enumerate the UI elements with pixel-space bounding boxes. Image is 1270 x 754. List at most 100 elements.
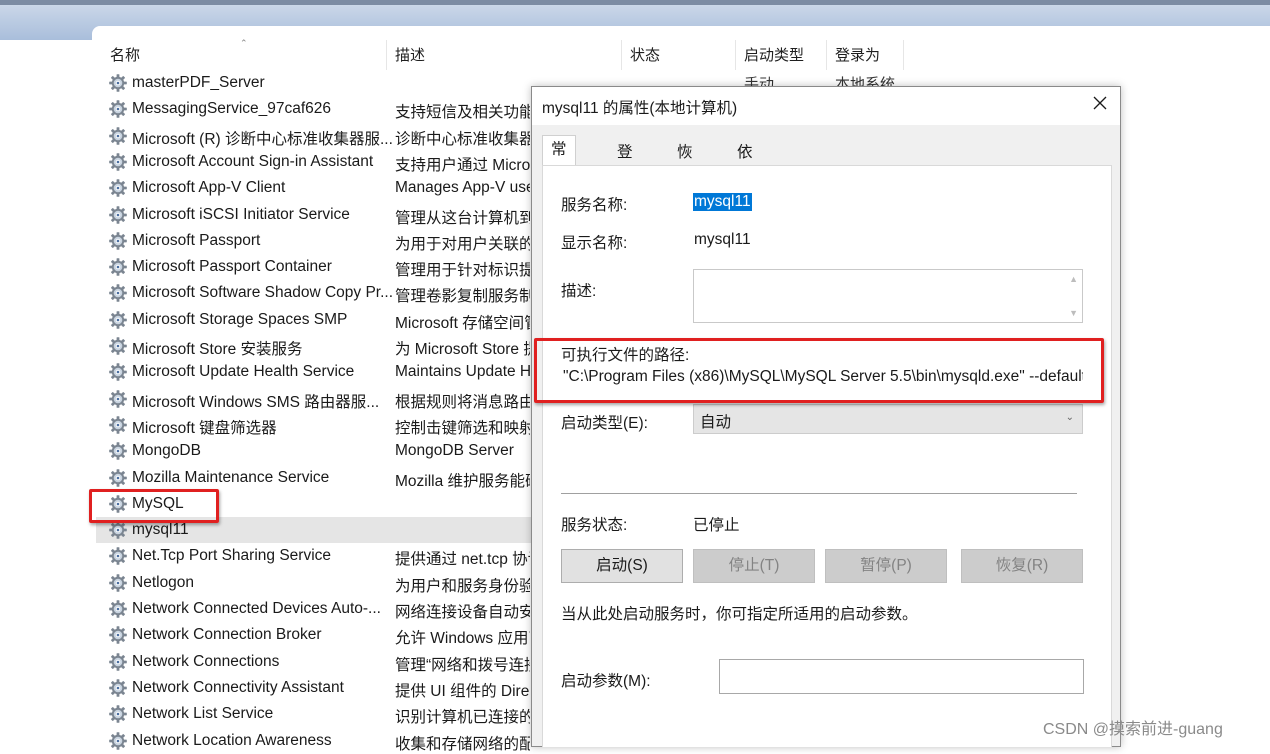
gear-icon	[109, 390, 127, 408]
dialog-title: mysql11 的属性(本地计算机)	[542, 100, 738, 117]
tab-general[interactable]: 常规	[542, 135, 576, 186]
gear-icon	[109, 127, 127, 145]
service-name: Microsoft Update Health Service	[132, 363, 355, 380]
service-row[interactable]: Network Location Awareness 收集和存储网络的配	[105, 728, 535, 754]
service-description: 收集和存储网络的配	[395, 736, 530, 753]
service-row[interactable]: Network List Service 识别计算机已连接的	[105, 701, 535, 727]
service-description: 管理卷影复制服务制	[395, 288, 530, 305]
service-row[interactable]: Microsoft Store 安装服务 为 Microsoft Store 提	[105, 333, 535, 359]
gear-icon	[109, 626, 127, 644]
service-description: 允许 Windows 应用商	[395, 630, 530, 647]
service-status-value: 已停止	[693, 517, 740, 534]
gear-icon	[109, 442, 127, 460]
service-row[interactable]: Microsoft App-V Client Manages App-V use	[105, 175, 535, 201]
service-row[interactable]: Microsoft 键盘筛选器 控制击键筛选和映射	[105, 412, 535, 438]
service-row[interactable]: Microsoft Storage Spaces SMP Microsoft 存…	[105, 307, 535, 333]
close-icon[interactable]	[1092, 95, 1108, 111]
startup-type-value: 自动	[700, 414, 732, 431]
service-row[interactable]: Microsoft Update Health Service Maintain…	[105, 359, 535, 385]
service-name: Network Connectivity Assistant	[132, 679, 344, 696]
start-button[interactable]: 启动(S)	[561, 549, 683, 583]
column-header-name[interactable]: 名称	[110, 44, 140, 68]
sort-ascending-icon: ⌃	[240, 38, 248, 48]
cell-startup-type: 手动	[744, 76, 775, 87]
pause-button[interactable]: 暂停(P)	[825, 549, 947, 583]
service-description: 提供通过 net.tcp 协议	[395, 551, 530, 568]
description-textbox[interactable]: ▲ ▼	[693, 269, 1083, 323]
display-name-label: 显示名称:	[561, 235, 628, 252]
startup-params-hint: 当从此处启动服务时，你可指定所适用的启动参数。	[561, 606, 918, 623]
service-row[interactable]: Network Connected Devices Auto-... 网络连接设…	[105, 596, 535, 622]
tab-logon[interactable]: 登录	[608, 139, 642, 187]
gear-icon	[109, 153, 127, 171]
resume-button[interactable]: 恢复(R)	[961, 549, 1083, 583]
service-row[interactable]: Microsoft iSCSI Initiator Service 管理从这台计…	[105, 202, 535, 228]
gear-icon	[109, 100, 127, 118]
service-row[interactable]: Microsoft Passport Container 管理用于针对标识提	[105, 254, 535, 280]
tab-dependencies[interactable]: 依存关系	[728, 139, 762, 239]
column-separator[interactable]	[386, 40, 387, 70]
column-header-status[interactable]: 状态	[630, 44, 660, 68]
dialog-titlebar[interactable]: mysql11 的属性(本地计算机)	[532, 87, 1120, 125]
cell-logon-as: 本地系统	[835, 76, 896, 87]
service-description: Mozilla 维护服务能确	[395, 473, 530, 490]
service-row[interactable]: Microsoft (R) 诊断中心标准收集器服... 诊断中心标准收集器	[105, 123, 535, 149]
service-row[interactable]: Microsoft Account Sign-in Assistant 支持用户…	[105, 149, 535, 175]
service-name: Network Location Awareness	[132, 732, 332, 749]
service-name: Microsoft Passport Container	[132, 258, 332, 275]
service-row[interactable]: Netlogon 为用户和服务身份验	[105, 570, 535, 596]
column-header-description[interactable]: 描述	[395, 44, 425, 68]
column-separator[interactable]	[621, 40, 622, 70]
service-description: Manages App-V use	[395, 179, 530, 196]
column-separator[interactable]	[903, 40, 904, 70]
startup-params-input[interactable]	[719, 659, 1084, 694]
service-name: mysql11	[132, 521, 189, 538]
service-row[interactable]: MessagingService_97caf626 支持短信及相关功能	[105, 96, 535, 122]
service-row[interactable]: Microsoft Passport 为用于对用户关联的	[105, 228, 535, 254]
startup-type-select[interactable]: 自动 ⌄	[693, 404, 1083, 434]
column-header-startup-type[interactable]: 启动类型	[744, 44, 804, 68]
service-row[interactable]: MongoDB MongoDB Server	[105, 438, 535, 464]
service-name: Mozilla Maintenance Service	[132, 469, 330, 486]
column-separator[interactable]	[735, 40, 736, 70]
gear-icon	[109, 416, 127, 434]
service-description: Maintains Update H	[395, 363, 530, 380]
service-name: Netlogon	[132, 574, 195, 591]
column-header-logon-as[interactable]: 登录为	[835, 44, 880, 68]
service-name: MongoDB	[132, 442, 201, 459]
service-description: 管理“网络和拨号连接	[395, 657, 530, 674]
stop-button[interactable]: 停止(T)	[693, 549, 815, 583]
service-row[interactable]: Net.Tcp Port Sharing Service 提供通过 net.tc…	[105, 543, 535, 569]
properties-dialog: mysql11 的属性(本地计算机) 常规 登录 恢复 依存关系 服务名称: m…	[531, 86, 1121, 747]
startup-type-label: 启动类型(E):	[561, 415, 648, 432]
tab-recovery[interactable]: 恢复	[668, 139, 702, 187]
service-description: 控制击键筛选和映射	[395, 420, 530, 437]
service-name-value[interactable]: mysql11	[693, 193, 752, 211]
service-name: Microsoft Storage Spaces SMP	[132, 311, 348, 328]
service-name: Microsoft (R) 诊断中心标准收集器服...	[132, 131, 393, 148]
gear-icon	[109, 258, 127, 276]
gear-icon	[109, 74, 127, 92]
service-row[interactable]: Mozilla Maintenance Service Mozilla 维护服务…	[105, 465, 535, 491]
service-row[interactable]: Network Connection Broker 允许 Windows 应用商	[105, 622, 535, 648]
service-row[interactable]: masterPDF_Server	[105, 70, 535, 96]
gear-icon	[109, 206, 127, 224]
service-name: Microsoft Account Sign-in Assistant	[132, 153, 374, 170]
service-row[interactable]: Microsoft Software Shadow Copy Pr... 管理卷…	[105, 280, 535, 306]
service-row[interactable]: Microsoft Windows SMS 路由器服... 根据规则将消息路由	[105, 386, 535, 412]
gear-icon	[109, 574, 127, 592]
chevron-down-icon: ⌄	[1065, 412, 1074, 423]
gear-icon	[109, 653, 127, 671]
scroll-up-icon[interactable]: ▲	[1069, 274, 1078, 284]
column-separator[interactable]	[826, 40, 827, 70]
startup-params-label: 启动参数(M):	[561, 673, 651, 690]
service-name: Microsoft Software Shadow Copy Pr...	[132, 284, 394, 301]
path-highlight-box	[534, 338, 1104, 403]
service-row[interactable]: Network Connections 管理“网络和拨号连接	[105, 649, 535, 675]
scroll-down-icon[interactable]: ▼	[1069, 308, 1078, 318]
gear-icon	[109, 232, 127, 250]
display-name-value[interactable]: mysql11	[694, 231, 751, 249]
service-description: 支持用户通过 Micros	[395, 157, 530, 174]
service-row[interactable]: Network Connectivity Assistant 提供 UI 组件的…	[105, 675, 535, 701]
general-tab-page: 服务名称: mysql11 显示名称: mysql11 描述: ▲ ▼ 可执行文…	[542, 165, 1112, 747]
